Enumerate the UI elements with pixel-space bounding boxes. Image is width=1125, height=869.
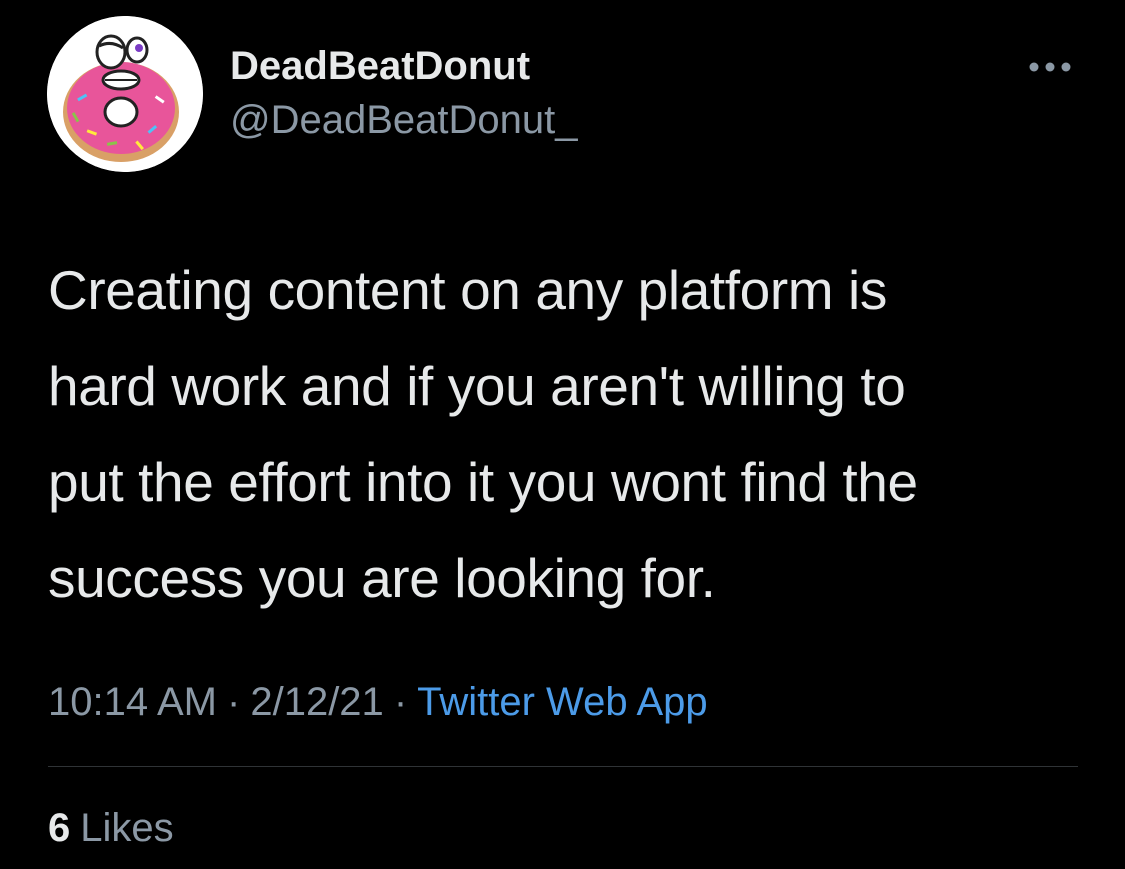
likes-link[interactable]: 6 Likes: [48, 806, 174, 851]
likes-count: 6: [48, 806, 71, 850]
more-options-button[interactable]: [1026, 52, 1074, 82]
meta-separator: ·: [393, 680, 408, 724]
meta-separator: ·: [227, 680, 241, 724]
likes-label: Likes: [80, 806, 174, 850]
author-display-name[interactable]: DeadBeatDonut: [230, 44, 530, 89]
tweet-text: Creating content on any platform is hard…: [48, 242, 1098, 626]
tweet-detail: DeadBeatDonut @DeadBeatDonut_ Creating c…: [0, 0, 1125, 869]
more-dots-icon: [1029, 62, 1071, 72]
tweet-metadata: 10:14 AM · 2/12/21 · Twitter Web App: [48, 680, 708, 725]
tweet-source-link[interactable]: Twitter Web App: [417, 680, 708, 724]
tweet-text-line: success you are looking for.: [48, 547, 716, 609]
tweet-text-line: put the effort into it you wont find the: [48, 451, 918, 513]
tweet-text-line: hard work and if you aren't willing to: [48, 355, 906, 417]
divider: [48, 766, 1078, 767]
tweet-text-line: Creating content on any platform is: [48, 259, 887, 321]
pink-donut-avatar-icon: [47, 16, 203, 172]
tweet-date[interactable]: 2/12/21: [250, 680, 383, 724]
author-avatar[interactable]: [47, 16, 203, 172]
tweet-time[interactable]: 10:14 AM: [48, 680, 217, 724]
author-handle: @DeadBeatDonut_: [230, 98, 578, 142]
